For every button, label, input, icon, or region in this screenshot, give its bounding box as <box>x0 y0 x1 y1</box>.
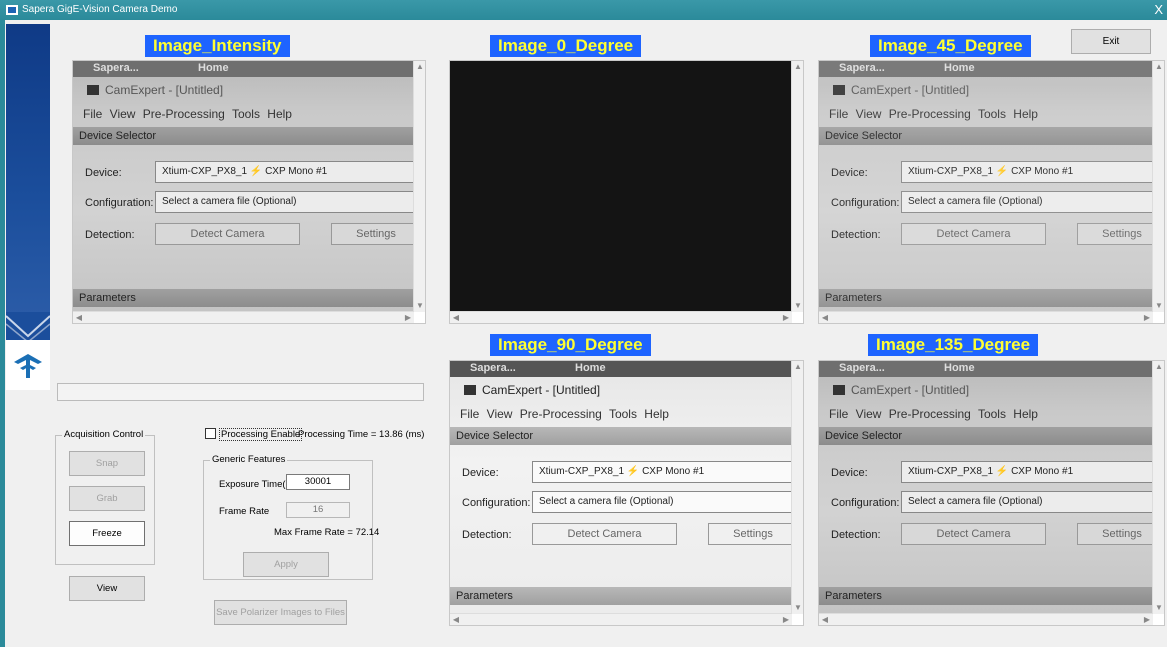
scroll-up-icon[interactable]: ▲ <box>1153 61 1164 73</box>
label-image-90-degree: Image_90_Degree <box>490 334 651 356</box>
snap-button[interactable]: Snap <box>69 451 145 476</box>
view-button[interactable]: View <box>69 576 145 601</box>
label-image-intensity: Image_Intensity <box>145 35 290 57</box>
viewer-0-degree[interactable]: ▲ ▼ ◀ ▶ <box>449 60 804 324</box>
max-frame-rate-text: Max Frame Rate = 72.14 <box>274 527 380 538</box>
brand-stripe <box>6 24 50 314</box>
progress-bar <box>57 383 424 401</box>
scroll-right-icon[interactable]: ▶ <box>780 614 792 625</box>
scroll-left-icon[interactable]: ◀ <box>819 614 831 625</box>
scroll-right-icon[interactable]: ▶ <box>1141 614 1153 625</box>
freeze-button[interactable]: Freeze <box>69 521 145 546</box>
processing-time-text: Processing Time = 13.86 (ms) <box>298 429 425 440</box>
scroll-right-icon[interactable]: ▶ <box>402 312 414 323</box>
scroll-left-icon[interactable]: ◀ <box>819 312 831 323</box>
camera-image-135-degree: Sapera... Home CamExpert - [Untitled] Fil… <box>819 361 1153 614</box>
teledyne-logo-icon <box>6 340 50 390</box>
scroll-down-icon[interactable]: ▼ <box>792 602 803 614</box>
camera-image-intensity: Sapera... Home CamExpert - [Untitled] Fil… <box>73 61 414 312</box>
brand-sidebar <box>6 24 50 390</box>
acquisition-control-title: Acquisition Control <box>62 429 146 440</box>
frame-rate-label: Frame Rate <box>219 506 270 517</box>
exit-button[interactable]: Exit <box>1071 29 1151 54</box>
scroll-down-icon[interactable]: ▼ <box>1153 300 1164 312</box>
grab-button[interactable]: Grab <box>69 486 145 511</box>
chevron-decoration-icon <box>6 312 50 342</box>
generic-features-title: Generic Features <box>210 454 288 465</box>
scroll-up-icon[interactable]: ▲ <box>1153 361 1164 373</box>
viewer-135-degree[interactable]: Sapera... Home CamExpert - [Untitled] Fil… <box>818 360 1165 626</box>
scroll-up-icon[interactable]: ▲ <box>792 61 803 73</box>
scroll-up-icon[interactable]: ▲ <box>414 61 425 73</box>
scroll-left-icon[interactable]: ◀ <box>73 312 85 323</box>
scroll-right-icon[interactable]: ▶ <box>780 312 792 323</box>
frame-rate-field: 16 <box>286 502 350 518</box>
apply-button[interactable]: Apply <box>243 552 329 577</box>
scroll-down-icon[interactable]: ▼ <box>792 300 803 312</box>
scroll-left-icon[interactable]: ◀ <box>450 312 462 323</box>
exposure-time-input[interactable]: 30001 <box>286 474 350 490</box>
viewer-45-degree[interactable]: Sapera... Home CamExpert - [Untitled] Fil… <box>818 60 1165 324</box>
title-bar: Sapera GigE-Vision Camera Demo X <box>0 0 1167 20</box>
label-image-0-degree: Image_0_Degree <box>490 35 642 57</box>
scroll-down-icon[interactable]: ▼ <box>414 300 425 312</box>
app-icon <box>6 5 18 15</box>
viewer-90-degree[interactable]: Sapera... Home CamExpert - [Untitled] Fil… <box>449 360 804 626</box>
camera-image-90-degree: Sapera... Home CamExpert - [Untitled] Fil… <box>450 361 792 614</box>
scroll-left-icon[interactable]: ◀ <box>450 614 462 625</box>
viewer-intensity[interactable]: Sapera... Home CamExpert - [Untitled] Fil… <box>72 60 426 324</box>
label-image-135-degree: Image_135_Degree <box>868 334 1039 356</box>
camera-image-0-degree <box>450 61 792 312</box>
window-title: Sapera GigE-Vision Camera Demo <box>22 4 178 15</box>
scroll-up-icon[interactable]: ▲ <box>792 361 803 373</box>
camera-image-45-degree: Sapera... Home CamExpert - [Untitled] Fil… <box>819 61 1153 312</box>
close-icon[interactable]: X <box>1154 0 1163 20</box>
label-image-45-degree: Image_45_Degree <box>870 35 1031 57</box>
scroll-right-icon[interactable]: ▶ <box>1141 312 1153 323</box>
save-polarizer-images-button[interactable]: Save Polarizer Images to Files <box>214 600 347 625</box>
processing-enable-checkbox[interactable] <box>205 428 216 439</box>
processing-enable-label[interactable]: Processing Enable <box>219 428 303 441</box>
scroll-down-icon[interactable]: ▼ <box>1153 602 1164 614</box>
